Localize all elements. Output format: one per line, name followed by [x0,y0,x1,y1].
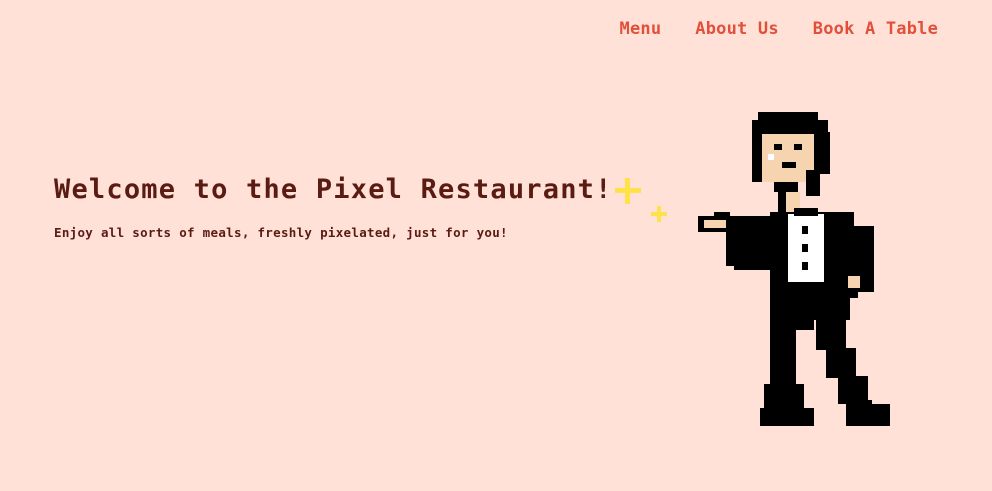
hero-title: Welcome to the Pixel Restaurant! [54,174,613,205]
nav-link-menu[interactable]: Menu [620,19,662,39]
hero-subtitle: Enjoy all sorts of meals, freshly pixela… [54,225,508,240]
nav-link-book-a-table[interactable]: Book A Table [813,19,938,39]
pixel-waiter-icon [698,112,890,426]
hero-section: Welcome to the Pixel Restaurant! Enjoy a… [54,174,613,240]
nav-link-about-us[interactable]: About Us [695,19,778,39]
landing-page: Menu About Us Book A Table Welcome to th… [0,0,992,491]
top-nav: Menu About Us Book A Table [620,19,938,39]
sparkle-icon [615,178,641,204]
sparkle-icon [651,206,667,222]
